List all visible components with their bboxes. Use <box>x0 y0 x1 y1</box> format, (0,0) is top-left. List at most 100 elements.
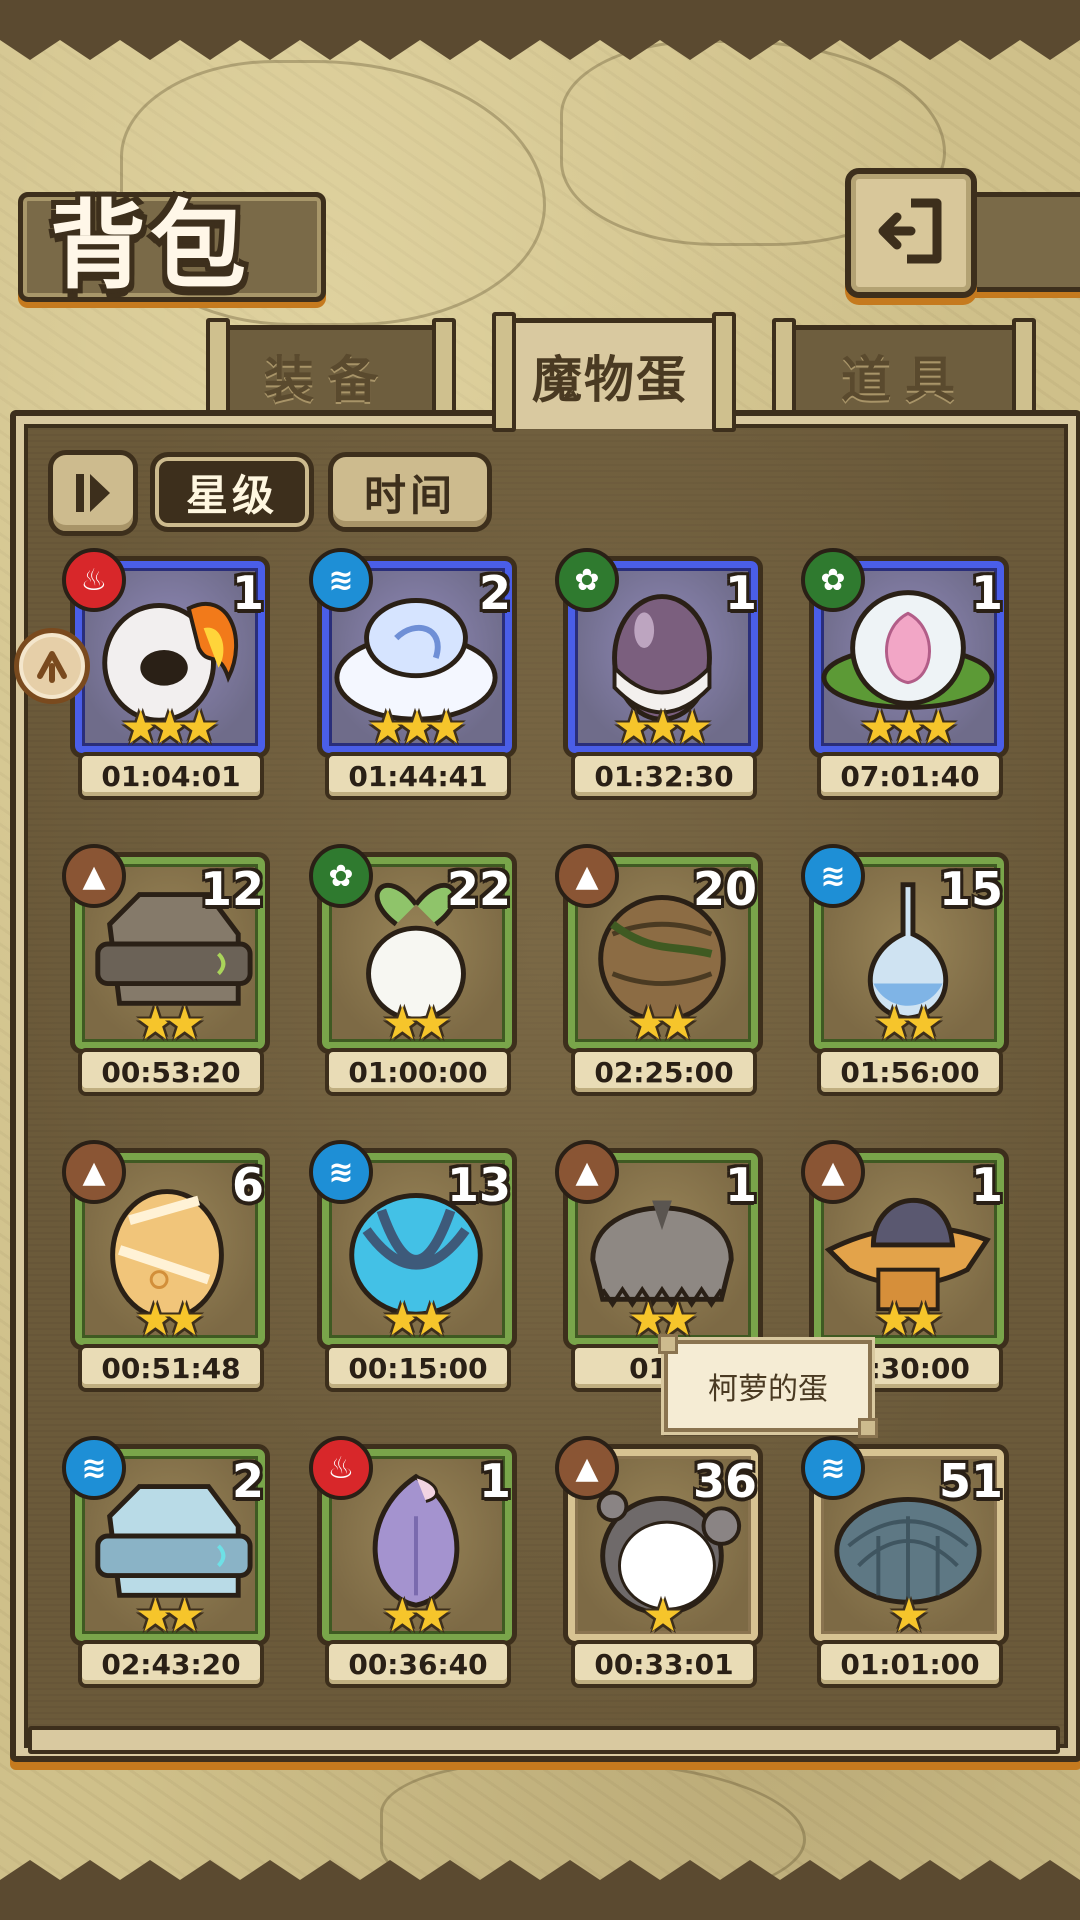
hatch-timer: 07:01:40 <box>817 752 1003 800</box>
star-rating: ★★★ <box>317 704 517 750</box>
hatch-timer: 01:00:00 <box>325 1048 511 1096</box>
hatch-timer: 01:01:00 <box>817 1640 1003 1688</box>
egg-count: 12 <box>199 862 264 916</box>
earth-element-icon: ▲ <box>555 1140 619 1204</box>
earth-element-icon: ▲ <box>62 844 126 908</box>
egg-card[interactable]: ✿ 1 ★★★ 01:32:30 <box>555 548 765 804</box>
egg-count: 22 <box>446 862 511 916</box>
star-icon: ★ <box>917 700 959 754</box>
tab-equipment[interactable]: 装备 <box>212 325 444 422</box>
egg-card[interactable]: ≋ 51 ★ 01:01:00 <box>801 1436 1011 1692</box>
egg-count: 1 <box>970 566 1003 620</box>
back-button[interactable] <box>845 168 977 298</box>
star-icon: ★ <box>164 1292 206 1346</box>
star-icon: ★ <box>178 700 220 754</box>
hatch-timer: 02:43:20 <box>78 1640 264 1688</box>
return-arrow-icon <box>878 198 942 264</box>
tab-post <box>1012 318 1036 422</box>
bottom-rail <box>28 1726 1060 1754</box>
egg-count: 1 <box>231 566 264 620</box>
top-zigzag <box>0 26 1080 60</box>
nature-element-icon: ✿ <box>309 844 373 908</box>
star-rating: ★ <box>809 1592 1009 1638</box>
water-element-icon: ≋ <box>309 1140 373 1204</box>
earth-element-icon: ▲ <box>555 1436 619 1500</box>
egg-card[interactable]: ≋ 13 ★★ 00:15:00 <box>309 1140 519 1396</box>
star-icon: ★ <box>903 1292 945 1346</box>
tab-items[interactable]: 道具 <box>778 325 1032 422</box>
egg-card[interactable]: ≋ 15 ★★ 01:56:00 <box>801 844 1011 1100</box>
tab-post <box>432 318 456 422</box>
egg-card[interactable]: ▲ 20 ★★ 02:25:00 <box>555 844 765 1100</box>
star-icon: ★ <box>642 1588 684 1642</box>
star-rating: ★★ <box>317 1592 517 1638</box>
egg-card[interactable]: ♨ 1 ★★★ 01:04:01 <box>62 548 272 804</box>
star-rating: ★★ <box>317 1000 517 1046</box>
page-title: 背包 <box>50 190 250 302</box>
star-icon: ★ <box>411 1588 453 1642</box>
egg-count: 1 <box>478 1454 511 1508</box>
egg-card[interactable]: ▲ 12 ★★ 00:53:20 <box>62 844 272 1100</box>
nature-element-icon: ✿ <box>555 548 619 612</box>
sort-order-toggle[interactable] <box>48 450 138 536</box>
sort-by-star-button[interactable]: 星级 <box>150 452 314 532</box>
egg-count: 1 <box>970 1158 1003 1212</box>
egg-card[interactable]: ▲ 36 ★ 00:33:01 <box>555 1436 765 1692</box>
egg-card[interactable]: ▲ 6 ★★ 00:51:48 <box>62 1140 272 1396</box>
star-icon: ★ <box>411 996 453 1050</box>
tab-post <box>492 312 516 432</box>
sort-direction-icon <box>76 474 110 512</box>
water-element-icon: ≋ <box>801 844 865 908</box>
tab-monster-eggs[interactable]: 魔物蛋 <box>496 318 724 429</box>
tab-post <box>772 318 796 422</box>
star-rating: ★★ <box>809 1000 1009 1046</box>
nature-element-icon: ✿ <box>801 548 865 612</box>
egg-count: 1 <box>724 566 757 620</box>
egg-count: 6 <box>231 1158 264 1212</box>
egg-count: 2 <box>231 1454 264 1508</box>
hatch-timer: 02:25:00 <box>571 1048 757 1096</box>
egg-card[interactable]: ✿ 1 ★★★ 07:01:40 <box>801 548 1011 804</box>
star-icon: ★ <box>411 1292 453 1346</box>
star-icon: ★ <box>164 1588 206 1642</box>
egg-count: 2 <box>478 566 511 620</box>
egg-count: 15 <box>938 862 1003 916</box>
star-rating: ★★★ <box>563 704 763 750</box>
back-button-tail <box>960 192 1080 292</box>
star-rating: ★ <box>563 1592 763 1638</box>
earth-element-icon: ▲ <box>62 1140 126 1204</box>
arrow-icon <box>37 651 67 683</box>
hatch-timer: 00:51:48 <box>78 1344 264 1392</box>
bottom-zigzag <box>0 1860 1080 1894</box>
egg-tooltip: 柯萝的蛋 <box>658 1334 878 1438</box>
hatch-timer: 00:53:20 <box>78 1048 264 1096</box>
star-rating: ★★ <box>70 1000 270 1046</box>
egg-card[interactable]: ≋ 2 ★★★ 01:44:41 <box>309 548 519 804</box>
egg-card[interactable]: ✿ 22 ★★ 01:00:00 <box>309 844 519 1100</box>
tab-post <box>712 312 736 432</box>
sort-by-time-button[interactable]: 时间 <box>328 452 492 532</box>
egg-card[interactable]: ♨ 1 ★★ 00:36:40 <box>309 1436 519 1692</box>
star-rating: ★★ <box>70 1296 270 1342</box>
earth-element-icon: ▲ <box>555 844 619 908</box>
star-rating: ★★ <box>317 1296 517 1342</box>
hatch-timer: 00:36:40 <box>325 1640 511 1688</box>
side-scroll-arrow[interactable] <box>14 628 90 704</box>
hatch-timer: 01:44:41 <box>325 752 511 800</box>
hatch-timer: 00:33:01 <box>571 1640 757 1688</box>
star-rating: ★★★ <box>70 704 270 750</box>
hatch-timer: 01:32:30 <box>571 752 757 800</box>
star-rating: ★★ <box>563 1000 763 1046</box>
egg-card[interactable]: ≋ 2 ★★ 02:43:20 <box>62 1436 272 1692</box>
star-rating: ★★ <box>809 1296 1009 1342</box>
fire-element-icon: ♨ <box>62 548 126 612</box>
star-rating: ★★★ <box>809 704 1009 750</box>
hatch-timer: 01:56:00 <box>817 1048 1003 1096</box>
egg-count: 1 <box>724 1158 757 1212</box>
tab-post <box>206 318 230 422</box>
star-icon: ★ <box>888 1588 930 1642</box>
hatch-timer: 00:15:00 <box>325 1344 511 1392</box>
earth-element-icon: ▲ <box>801 1140 865 1204</box>
egg-count: 51 <box>938 1454 1003 1508</box>
star-icon: ★ <box>425 700 467 754</box>
